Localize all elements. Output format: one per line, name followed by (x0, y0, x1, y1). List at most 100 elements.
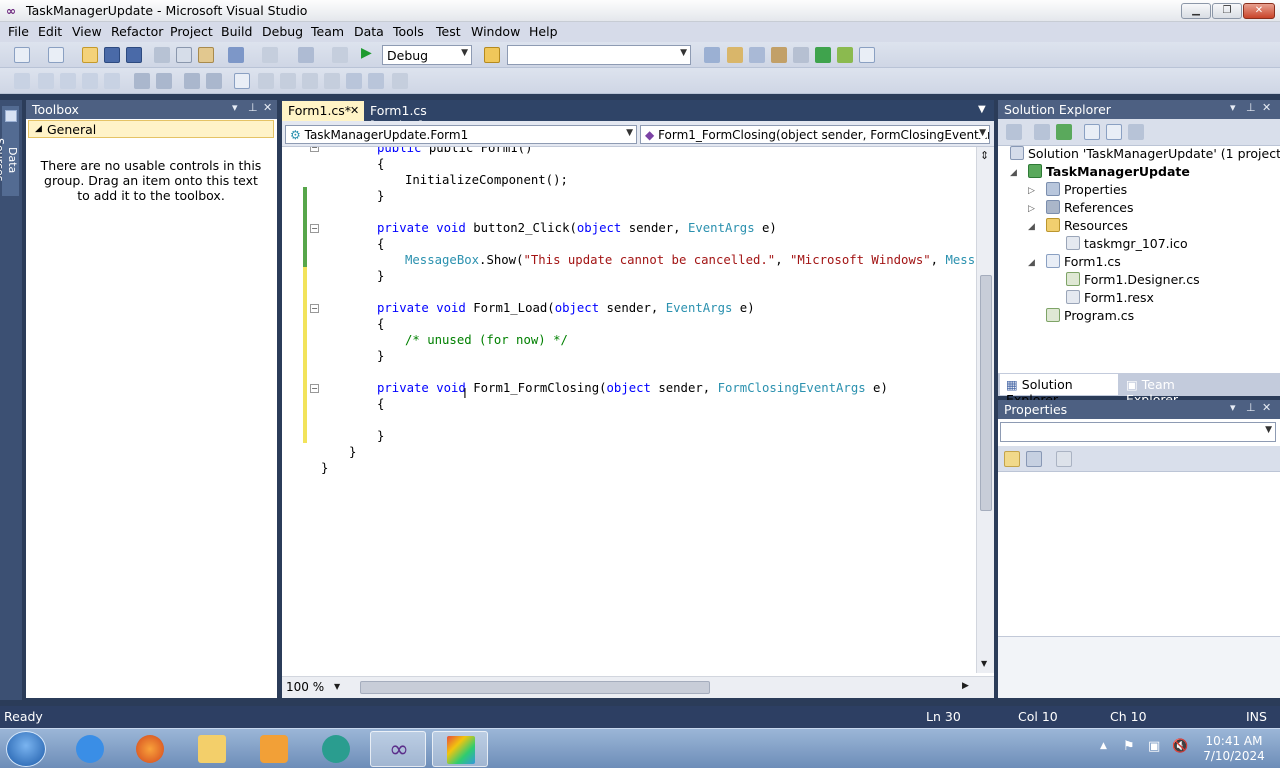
add-item-icon[interactable] (48, 47, 64, 63)
collapse-icon[interactable]: − (310, 384, 319, 393)
clear-bookmarks-icon[interactable] (392, 73, 408, 89)
menu-help[interactable]: Help (529, 24, 558, 39)
pin-icon[interactable]: ⊥ (1246, 101, 1256, 114)
window-position-icon[interactable]: ▾ (1230, 101, 1236, 114)
tab-solution-explorer[interactable]: ▦ Solution Explorer (1000, 374, 1118, 407)
collapsed-triangle-icon[interactable]: ▷ (1028, 204, 1035, 214)
scroll-right-icon[interactable]: ▶ (962, 681, 969, 691)
taskbar-visual-studio[interactable]: ∞ (370, 731, 426, 767)
view-code-icon[interactable] (1084, 124, 1100, 140)
navigate-backward-icon[interactable] (298, 47, 314, 63)
uncomment-icon[interactable] (206, 73, 222, 89)
scroll-down-icon[interactable]: ▼ (981, 659, 987, 668)
increase-indent-icon[interactable] (156, 73, 172, 89)
tab-form1-cs[interactable]: Form1.cs* ✕ (282, 101, 364, 121)
tree-item-form1-designer[interactable]: Form1.Designer.cs (1066, 272, 1200, 290)
split-icon[interactable]: ⇕ (980, 149, 989, 162)
toolbox-group-general[interactable]: ◢ General (28, 120, 274, 138)
network-icon[interactable]: ▣ (1148, 739, 1160, 754)
zoom-dropdown-icon[interactable]: ▼ (334, 682, 340, 691)
taskbar-firefox[interactable] (122, 731, 178, 767)
show-hidden-icons-icon[interactable]: ▲ (1100, 741, 1107, 751)
expanded-triangle-icon[interactable]: ◢ (1028, 222, 1035, 232)
navigate-forward-icon[interactable] (332, 47, 348, 63)
display-quick-info-icon[interactable] (60, 73, 76, 89)
restore-button[interactable]: ❐ (1212, 3, 1242, 19)
window-position-icon[interactable]: ▾ (232, 101, 238, 114)
close-icon[interactable]: ✕ (263, 101, 272, 114)
previous-bookmark-in-folder-icon[interactable] (302, 73, 318, 89)
cut-icon[interactable] (154, 47, 170, 63)
object-selector-combo[interactable]: ▼ (1000, 422, 1276, 442)
menu-data[interactable]: Data (354, 24, 384, 39)
tree-item-form1-resx[interactable]: Form1.resx (1066, 290, 1154, 308)
object-browser-icon[interactable] (749, 47, 765, 63)
menu-build[interactable]: Build (221, 24, 252, 39)
tree-item-program[interactable]: Program.cs (1046, 308, 1134, 326)
tree-item-resources[interactable]: Resources (1046, 218, 1128, 236)
previous-bookmark-icon[interactable] (258, 73, 274, 89)
close-icon[interactable]: ✕ (350, 104, 359, 117)
find-in-files-icon[interactable] (484, 47, 500, 63)
action-center-flag-icon[interactable]: ⚑ (1123, 739, 1135, 754)
pin-icon[interactable]: ⊥ (248, 101, 258, 114)
next-bookmark-in-document-icon[interactable] (368, 73, 384, 89)
tree-item-solution[interactable]: Solution 'TaskManagerUpdate' (1 project) (1010, 146, 1280, 164)
save-all-icon[interactable] (126, 47, 142, 63)
start-button[interactable] (6, 731, 46, 767)
undo-icon[interactable] (228, 47, 244, 63)
code-area[interactable]: − − − − public public Form1() { Initiali… (282, 147, 976, 673)
expanded-triangle-icon[interactable]: ◢ (1010, 168, 1017, 178)
copy-icon[interactable] (176, 47, 192, 63)
start-debugging-icon[interactable]: ▶ (361, 45, 372, 61)
decrease-indent-icon[interactable] (134, 73, 150, 89)
taskbar-paint[interactable] (432, 731, 488, 767)
expanded-triangle-icon[interactable]: ◢ (1028, 258, 1035, 268)
taskbar-explorer[interactable] (184, 731, 240, 767)
categorized-icon[interactable] (1004, 451, 1020, 467)
menu-window[interactable]: Window (471, 24, 520, 39)
menu-project[interactable]: Project (170, 24, 213, 39)
toggle-bookmark-icon[interactable] (234, 73, 250, 89)
property-pages-icon[interactable] (1056, 451, 1072, 467)
new-project-icon[interactable] (14, 47, 30, 63)
tree-item-project[interactable]: TaskManagerUpdate (1028, 164, 1190, 182)
tab-list-dropdown-icon[interactable]: ▼ (978, 104, 986, 115)
start-page-icon[interactable] (837, 47, 853, 63)
close-icon[interactable]: ✕ (1262, 401, 1271, 414)
command-window-icon[interactable] (859, 47, 875, 63)
find-combo[interactable]: ▼ (507, 45, 691, 65)
open-file-icon[interactable] (82, 47, 98, 63)
redo-icon[interactable] (262, 47, 278, 63)
tree-item-icon-file[interactable]: taskmgr_107.ico (1066, 236, 1188, 254)
previous-bookmark-in-document-icon[interactable] (346, 73, 362, 89)
volume-muted-icon[interactable]: 🔇 (1172, 739, 1188, 754)
menu-refactor[interactable]: Refactor (111, 24, 163, 39)
collapse-icon[interactable]: − (310, 304, 319, 313)
next-bookmark-icon[interactable] (280, 73, 296, 89)
collapse-icon[interactable]: − (310, 147, 319, 152)
zoom-level[interactable]: 100 % (286, 680, 324, 694)
comment-out-icon[interactable] (184, 73, 200, 89)
taskbar-internet-explorer[interactable] (62, 731, 118, 767)
data-sources-tab[interactable]: Data Sources (0, 106, 19, 196)
close-icon[interactable]: ✕ (1262, 101, 1271, 114)
menu-view[interactable]: View (72, 24, 102, 39)
solution-configuration-combo[interactable]: Debug ▼ (382, 45, 472, 65)
refresh-icon[interactable] (1056, 124, 1072, 140)
taskbar-app[interactable] (308, 731, 364, 767)
display-object-member-list-icon[interactable] (14, 73, 30, 89)
window-position-icon[interactable]: ▾ (1230, 401, 1236, 414)
extension-manager-icon[interactable] (815, 47, 831, 63)
system-clock[interactable]: 10:41 AM 7/10/2024 (1196, 734, 1272, 764)
paste-icon[interactable] (198, 47, 214, 63)
next-bookmark-in-folder-icon[interactable] (324, 73, 340, 89)
tree-item-references[interactable]: References (1046, 200, 1133, 218)
tab-team-explorer[interactable]: ▣ Team Explorer (1120, 374, 1230, 407)
collapse-icon[interactable]: − (310, 224, 319, 233)
tree-item-properties[interactable]: Properties (1046, 182, 1127, 200)
display-word-completion-icon[interactable] (82, 73, 98, 89)
save-icon[interactable] (104, 47, 120, 63)
member-navigation-combo[interactable]: ◆ Form1_FormClosing(object sender, FormC… (640, 125, 990, 144)
minimize-button[interactable]: ▁ (1181, 3, 1211, 19)
